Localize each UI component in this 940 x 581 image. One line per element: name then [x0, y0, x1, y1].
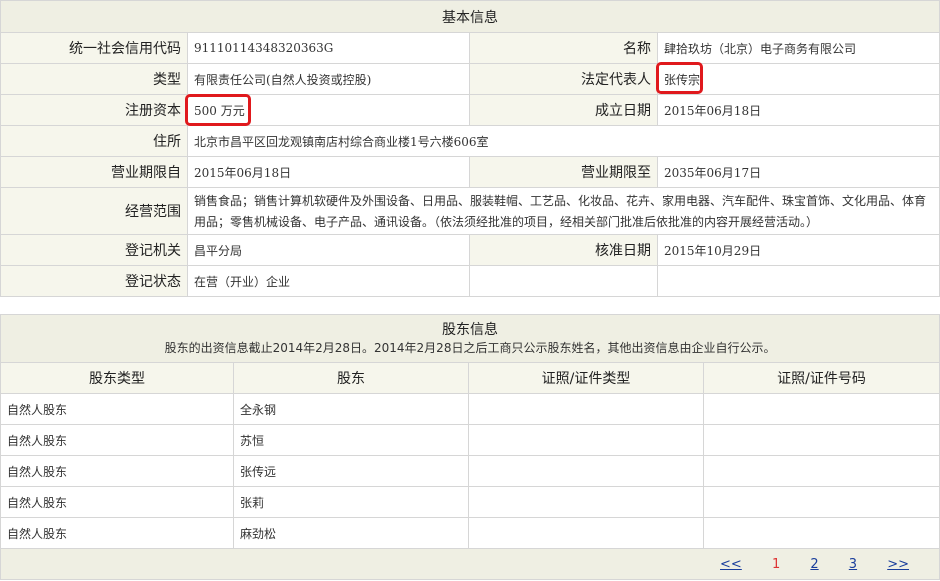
legal-rep-label: 法定代表人 — [469, 63, 658, 95]
approve-date-value: 2015年10月29日 — [657, 234, 940, 266]
column-header-type: 股东类型 — [0, 362, 234, 394]
holder-name: 苏恒 — [233, 424, 469, 456]
empty-cell — [657, 265, 940, 297]
cert-type — [468, 393, 704, 425]
shareholder-title: 股东信息 — [442, 321, 498, 338]
column-header-holder: 股东 — [233, 362, 469, 394]
holder-type: 自然人股东 — [0, 424, 234, 456]
status-label: 登记状态 — [0, 265, 188, 297]
cert-no — [702, 486, 940, 518]
cert-type — [468, 424, 704, 456]
est-date-value: 2015年06月18日 — [657, 94, 940, 126]
authority-value: 昌平分局 — [187, 234, 470, 266]
pager-prev-link[interactable]: << — [720, 557, 742, 572]
holder-name: 张传远 — [233, 455, 469, 487]
holder-name: 麻劲松 — [233, 517, 469, 549]
scope-label: 经营范围 — [0, 187, 188, 235]
authority-label: 登记机关 — [0, 234, 188, 266]
status-value: 在营（开业）企业 — [187, 265, 470, 297]
cert-no — [702, 393, 940, 425]
address-value: 北京市昌平区回龙观镇南店村综合商业楼1号六楼606室 — [187, 125, 940, 157]
pager-next-link[interactable]: >> — [887, 557, 909, 572]
pagination: << 1 2 3 >> — [0, 548, 940, 580]
address-label: 住所 — [0, 125, 188, 157]
holder-type: 自然人股东 — [0, 486, 234, 518]
holder-type: 自然人股东 — [0, 517, 234, 549]
pager-page-1[interactable]: 1 — [772, 557, 780, 572]
table-row: 自然人股东 苏恒 — [0, 424, 940, 456]
cert-no — [702, 424, 940, 456]
company-type-label: 类型 — [0, 63, 188, 95]
shareholder-note: 股东的出资信息截止2014年2月28日。2014年2月28日之后工商只公示股东姓… — [164, 340, 776, 355]
pager-page-2[interactable]: 2 — [810, 557, 818, 572]
credit-code-value: 91110114348320363G — [187, 32, 470, 64]
est-date-label: 成立日期 — [469, 94, 658, 126]
basic-info-table: 基本信息 统一社会信用代码 91110114348320363G 名称 肆拾玖坊… — [0, 0, 940, 297]
empty-cell — [469, 265, 658, 297]
credit-code-label: 统一社会信用代码 — [0, 32, 188, 64]
approve-date-label: 核准日期 — [469, 234, 658, 266]
cert-no — [702, 517, 940, 549]
legal-rep-value: 张传宗 — [657, 63, 940, 95]
column-header-cert-type: 证照/证件类型 — [468, 362, 704, 394]
holder-name: 全永钢 — [233, 393, 469, 425]
table-row: 自然人股东 麻劲松 — [0, 517, 940, 549]
capital-label: 注册资本 — [0, 94, 188, 126]
scope-value: 销售食品；销售计算机软硬件及外围设备、日用品、服装鞋帽、工艺品、化妆品、花卉、家… — [187, 187, 940, 235]
shareholder-header: 股东信息 股东的出资信息截止2014年2月28日。2014年2月28日之后工商只… — [0, 314, 940, 363]
cert-type — [468, 455, 704, 487]
capital-value: 500 万元 — [187, 94, 470, 126]
term-to-value: 2035年06月17日 — [657, 156, 940, 188]
cert-type — [468, 517, 704, 549]
company-type-value: 有限责任公司(自然人投资或控股) — [187, 63, 470, 95]
term-to-label: 营业期限至 — [469, 156, 658, 188]
cert-no — [702, 455, 940, 487]
table-row: 自然人股东 张莉 — [0, 486, 940, 518]
pager-page-3[interactable]: 3 — [849, 557, 857, 572]
column-header-cert-no: 证照/证件号码 — [702, 362, 940, 394]
table-row: 自然人股东 全永钢 — [0, 393, 940, 425]
holder-name: 张莉 — [233, 486, 469, 518]
term-from-label: 营业期限自 — [0, 156, 188, 188]
holder-type: 自然人股东 — [0, 455, 234, 487]
basic-info-title: 基本信息 — [0, 0, 940, 33]
table-row: 自然人股东 张传远 — [0, 455, 940, 487]
shareholder-table: 股东信息 股东的出资信息截止2014年2月28日。2014年2月28日之后工商只… — [0, 314, 940, 580]
company-name-value: 肆拾玖坊（北京）电子商务有限公司 — [657, 32, 940, 64]
company-name-label: 名称 — [469, 32, 658, 64]
term-from-value: 2015年06月18日 — [187, 156, 470, 188]
holder-type: 自然人股东 — [0, 393, 234, 425]
cert-type — [468, 486, 704, 518]
